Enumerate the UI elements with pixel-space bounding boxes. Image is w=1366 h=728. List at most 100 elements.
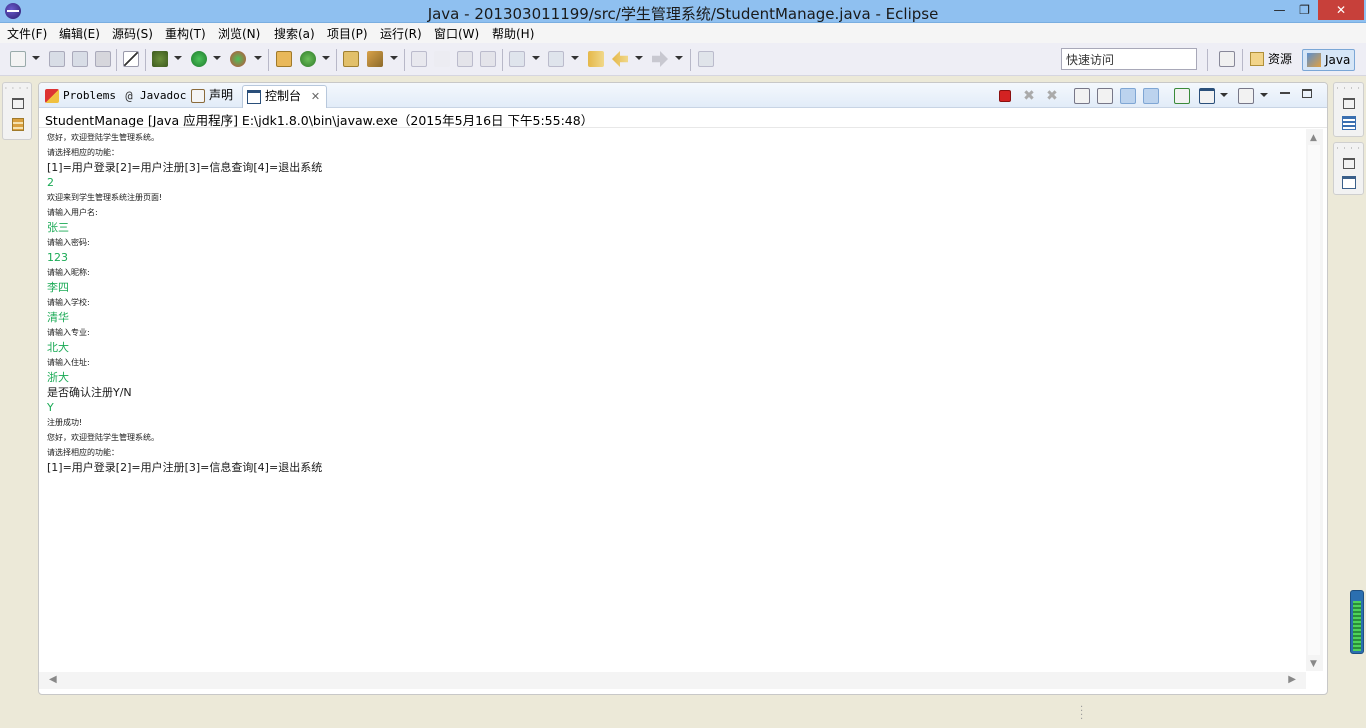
save-icon[interactable] xyxy=(49,51,65,67)
vertical-scrollbar[interactable]: ▲ ▼ xyxy=(1306,129,1323,671)
tab-declaration[interactable]: 声明 xyxy=(187,85,239,108)
save-all-icon[interactable] xyxy=(72,51,88,67)
debug-dropdown-icon[interactable] xyxy=(174,56,182,60)
tab-javadoc-label: Javadoc xyxy=(140,89,187,102)
console-output-line: 请输入密码: xyxy=(47,238,90,247)
search-icon[interactable] xyxy=(367,51,383,67)
next-annotation-icon[interactable] xyxy=(509,51,525,67)
forward-dropdown-icon[interactable] xyxy=(675,56,683,60)
remove-launch-icon[interactable]: ✖ xyxy=(1021,88,1037,104)
console-output-line: 请输入住址: xyxy=(47,358,90,367)
console-output-line: [1]=用户登录[2]=用户注册[3]=信息查询[4]=退出系统 xyxy=(47,161,323,174)
new-dropdown-icon[interactable] xyxy=(32,56,40,60)
run-icon[interactable] xyxy=(191,51,207,67)
minimize-button[interactable]: — xyxy=(1266,0,1293,20)
console-input-line: 北大 xyxy=(47,341,69,354)
console-input-line: 2 xyxy=(47,176,54,189)
toolbar-divider xyxy=(145,49,146,71)
print-icon[interactable] xyxy=(95,51,111,67)
previous-annotation-icon[interactable] xyxy=(548,51,564,67)
toolbar-divider xyxy=(502,49,503,71)
previous-annotation-dropdown-icon[interactable] xyxy=(571,56,579,60)
menu-help[interactable]: 帮助(H) xyxy=(492,25,534,42)
new-class-dropdown-icon[interactable] xyxy=(322,56,330,60)
quick-access-input[interactable] xyxy=(1061,48,1197,70)
console-output-line: 请输入用户名: xyxy=(47,208,98,217)
open-console-icon[interactable] xyxy=(1238,88,1254,104)
package-explorer-icon[interactable] xyxy=(12,118,24,131)
status-drag-handle-icon[interactable]: · · · · xyxy=(1080,703,1083,725)
maximize-button[interactable]: ❐ xyxy=(1291,0,1318,20)
skip-breakpoints-icon[interactable] xyxy=(123,51,139,67)
window-title: Java - 201303011199/src/学生管理系统/StudentMa… xyxy=(427,5,939,23)
show-console-on-stderr-icon[interactable] xyxy=(1143,88,1159,104)
debug-icon[interactable] xyxy=(152,51,168,67)
tab-problems[interactable]: Problems xyxy=(41,85,122,108)
toggle-block-selection-icon[interactable] xyxy=(434,51,450,67)
new-java-project-icon[interactable] xyxy=(276,51,292,67)
minimize-view-icon[interactable] xyxy=(1280,92,1290,94)
console-output[interactable]: 您好，欢迎登陆学生管理系统。 请选择相应的功能： [1]=用户登录[2]=用户注册[… xyxy=(47,130,1299,670)
drag-handle-icon[interactable]: · · · · xyxy=(1334,85,1363,93)
menu-run[interactable]: 运行(R) xyxy=(380,25,422,42)
console-output-line: 请输入专业: xyxy=(47,328,90,337)
close-button[interactable]: ✕ xyxy=(1318,0,1364,20)
restore-icon[interactable] xyxy=(1343,98,1355,109)
scroll-up-icon[interactable]: ▲ xyxy=(1310,133,1317,143)
drag-handle-icon[interactable]: · · · · xyxy=(3,85,31,93)
new-icon[interactable] xyxy=(10,51,26,67)
scrollbar-thumb[interactable] xyxy=(1308,145,1320,655)
open-type-icon[interactable] xyxy=(343,51,359,67)
restore-icon[interactable] xyxy=(1343,158,1355,169)
display-console-dropdown-icon[interactable] xyxy=(1220,93,1228,97)
display-selected-console-icon[interactable] xyxy=(1199,88,1215,104)
clear-console-icon[interactable] xyxy=(1074,88,1090,104)
pin-console-icon[interactable] xyxy=(1174,88,1190,104)
menu-navigate[interactable]: 浏览(N) xyxy=(218,25,260,42)
restore-icon[interactable] xyxy=(12,98,24,109)
run-dropdown-icon[interactable] xyxy=(213,56,221,60)
show-console-on-stdout-icon[interactable] xyxy=(1120,88,1136,104)
perspective-java-button[interactable]: Java xyxy=(1302,49,1356,71)
declaration-icon xyxy=(191,89,205,103)
outline-icon[interactable] xyxy=(1342,116,1356,130)
remove-all-terminated-icon[interactable]: ✖ xyxy=(1044,88,1060,104)
next-annotation-dropdown-icon[interactable] xyxy=(532,56,540,60)
horizontal-scrollbar[interactable]: ◀ ▶ xyxy=(39,672,1306,689)
open-console-dropdown-icon[interactable] xyxy=(1260,93,1268,97)
menu-source[interactable]: 源码(S) xyxy=(112,25,153,42)
drag-handle-icon[interactable]: · · · · xyxy=(1334,145,1363,153)
menu-edit[interactable]: 编辑(E) xyxy=(59,25,100,42)
external-tools-icon[interactable] xyxy=(230,51,246,67)
search-dropdown-icon[interactable] xyxy=(390,56,398,60)
open-perspective-icon[interactable] xyxy=(1219,51,1235,67)
forward-icon[interactable] xyxy=(652,51,668,67)
back-dropdown-icon[interactable] xyxy=(635,56,643,60)
task-list-icon[interactable] xyxy=(1342,176,1356,189)
close-tab-icon[interactable]: ✕ xyxy=(311,90,320,103)
pin-editor-icon[interactable] xyxy=(698,51,714,67)
scroll-left-icon[interactable]: ◀ xyxy=(49,674,57,685)
tab-javadoc[interactable]: @ Javadoc xyxy=(118,85,192,108)
show-whitespace-icon[interactable] xyxy=(457,51,473,67)
terminate-icon[interactable] xyxy=(999,90,1011,102)
menu-window[interactable]: 窗口(W) xyxy=(434,25,479,42)
scroll-right-icon[interactable]: ▶ xyxy=(1288,674,1296,685)
last-edit-location-icon[interactable] xyxy=(588,51,604,67)
back-icon[interactable] xyxy=(612,51,628,67)
console-output-line: 您好，欢迎登陆学生管理系统。 xyxy=(47,133,159,142)
perspective-resource-button[interactable]: 资源 xyxy=(1246,49,1296,71)
menu-file[interactable]: 文件(F) xyxy=(7,25,47,42)
external-tools-dropdown-icon[interactable] xyxy=(254,56,262,60)
menu-search[interactable]: 搜索(a) xyxy=(274,25,315,42)
new-class-icon[interactable] xyxy=(300,51,316,67)
maximize-view-icon[interactable] xyxy=(1302,89,1312,98)
toggle-mark-occurrences-icon[interactable] xyxy=(411,51,427,67)
scroll-lock-icon[interactable] xyxy=(1097,88,1113,104)
menu-refactor[interactable]: 重构(T) xyxy=(165,25,206,42)
tab-console[interactable]: 控制台 ✕ xyxy=(242,85,328,108)
paragraph-icon[interactable] xyxy=(480,51,496,67)
scroll-down-icon[interactable]: ▼ xyxy=(1310,659,1317,669)
heap-status-indicator[interactable] xyxy=(1350,590,1364,654)
menu-project[interactable]: 项目(P) xyxy=(327,25,368,42)
